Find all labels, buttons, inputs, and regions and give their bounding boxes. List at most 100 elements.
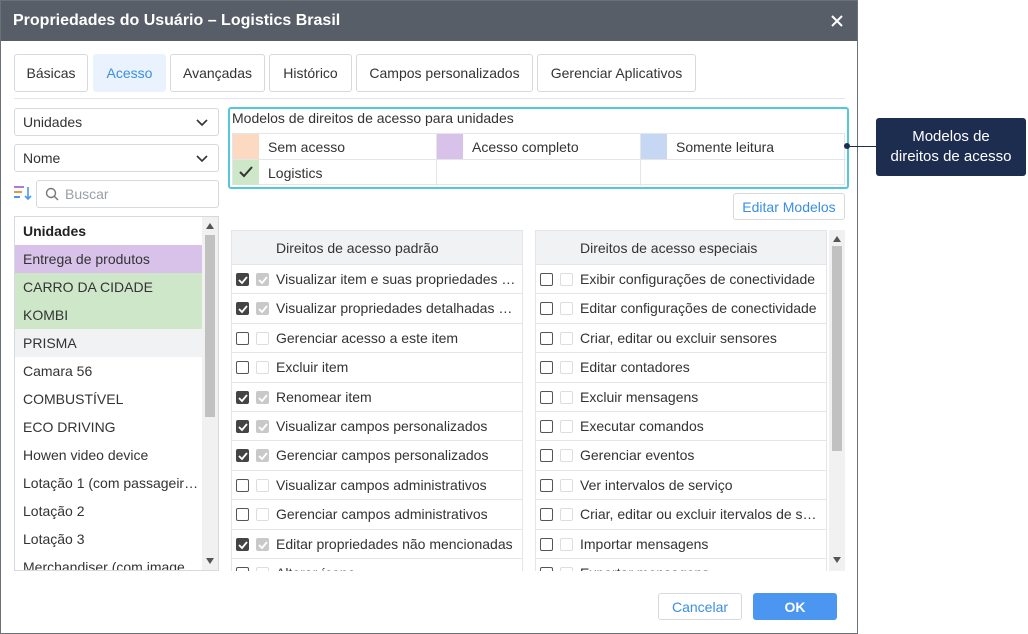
rights-label: Gerenciar campos personalizados: [276, 447, 489, 464]
close-icon[interactable]: [829, 13, 845, 29]
scroll-down-icon[interactable]: [833, 557, 841, 563]
grant-checkbox[interactable]: [236, 390, 249, 404]
rights-row[interactable]: Ver intervalos de serviço: [535, 470, 827, 501]
callout-line-2: direitos de acesso: [890, 148, 1012, 165]
template-somente-leitura[interactable]: Somente leitura: [641, 134, 846, 160]
sort-select[interactable]: Nome: [14, 144, 219, 172]
scrollbar-thumb[interactable]: [832, 246, 842, 451]
unit-list-scrollbar[interactable]: [202, 217, 218, 570]
grant-checkbox[interactable]: [236, 361, 249, 375]
rights-row[interactable]: Exibir configurações de conectividade: [535, 265, 827, 295]
scroll-down-icon[interactable]: [206, 558, 214, 564]
list-item[interactable]: Lotação 1 (com passageiros): [15, 469, 202, 497]
rights-row[interactable]: Visualizar campos personalizados: [231, 412, 523, 442]
rights-row[interactable]: Gerenciar eventos: [535, 441, 827, 471]
item-type-select[interactable]: Unidades: [14, 108, 219, 136]
rights-row[interactable]: Visualizar item e suas propriedades bási…: [231, 265, 523, 295]
tab-basicas[interactable]: Básicas: [14, 54, 88, 92]
grant-checkbox[interactable]: [236, 420, 249, 433]
rights-row[interactable]: Alterar ícone: [231, 559, 523, 571]
grant-checkbox[interactable]: [540, 420, 553, 433]
rights-row[interactable]: Visualizar propriedades detalhadas do it…: [231, 294, 523, 324]
rights-row[interactable]: Visualizar campos administrativos: [231, 470, 523, 501]
tab-historico[interactable]: Histórico: [269, 54, 352, 92]
tab-avancadas[interactable]: Avançadas: [170, 54, 265, 92]
grant-checkbox[interactable]: [236, 273, 249, 286]
list-item[interactable]: Lotação 3: [15, 525, 202, 553]
rights-label: Excluir item: [276, 359, 349, 376]
standard-rights-title: Direitos de acesso padrão: [276, 240, 439, 256]
grant-checkbox[interactable]: [540, 302, 553, 316]
grant-checkbox[interactable]: [236, 331, 249, 345]
scrollbar-thumb[interactable]: [205, 235, 215, 417]
grant-checkbox[interactable]: [236, 508, 249, 522]
grant-checkbox[interactable]: [540, 390, 553, 404]
inherited-checkbox: [256, 273, 269, 286]
rights-label: Gerenciar campos administrativos: [276, 506, 488, 523]
grant-checkbox[interactable]: [236, 567, 249, 571]
list-item[interactable]: Camara 56: [15, 357, 202, 385]
rights-label: Excluir mensagens: [580, 388, 699, 405]
rights-label: Visualizar propriedades detalhadas do it…: [276, 300, 518, 317]
search-input[interactable]: [65, 185, 213, 203]
tab-acesso[interactable]: Acesso: [93, 54, 166, 92]
rights-row[interactable]: Excluir mensagens: [535, 382, 827, 412]
grant-checkbox[interactable]: [540, 331, 553, 345]
grant-checkbox[interactable]: [236, 537, 249, 551]
list-item[interactable]: Lotação 2: [15, 497, 202, 525]
cancel-button[interactable]: Cancelar: [658, 593, 742, 620]
template-color-swatch: [437, 134, 463, 159]
rights-scrollbar[interactable]: [829, 230, 845, 571]
list-item[interactable]: KOMBI: [15, 301, 202, 329]
grant-checkbox[interactable]: [540, 567, 553, 571]
grant-checkbox[interactable]: [236, 478, 249, 492]
user-properties-dialog: Propriedades do Usuário – Logistics Bras…: [0, 0, 858, 634]
ok-button[interactable]: OK: [753, 593, 837, 620]
rights-row[interactable]: Gerenciar acesso a este item: [231, 323, 523, 354]
rights-row[interactable]: Gerenciar campos personalizados: [231, 441, 523, 471]
grant-checkbox[interactable]: [540, 449, 553, 463]
rights-row[interactable]: Importar mensagens: [535, 529, 827, 559]
rights-row[interactable]: Excluir item: [231, 353, 523, 383]
rights-label: Ver intervalos de serviço: [580, 476, 733, 493]
grant-checkbox[interactable]: [540, 508, 553, 522]
inherited-checkbox: [560, 331, 573, 345]
list-item[interactable]: ECO DRIVING: [15, 413, 202, 441]
callout-pointer-line: [847, 146, 877, 147]
rights-row[interactable]: Editar propriedades não mencionadas: [231, 529, 523, 559]
rights-row[interactable]: Gerenciar campos administrativos: [231, 500, 523, 530]
list-item[interactable]: COMBUSTÍVEL: [15, 385, 202, 413]
rights-row[interactable]: Exportar mensagens: [535, 559, 827, 571]
scroll-up-icon[interactable]: [206, 223, 214, 229]
rights-row[interactable]: Renomear item: [231, 382, 523, 412]
edit-templates-button[interactable]: Editar Modelos: [733, 193, 845, 220]
list-item[interactable]: Entrega de produtos: [15, 245, 202, 273]
template-acesso-completo[interactable]: Acesso completo: [437, 134, 641, 160]
grant-checkbox[interactable]: [236, 449, 249, 463]
template-logistics[interactable]: Logistics: [233, 160, 437, 186]
rights-row[interactable]: Editar configurações de conectividade: [535, 294, 827, 324]
list-item[interactable]: PRISMA: [15, 329, 202, 357]
rights-label: Criar, editar ou excluir itervalos de se…: [580, 506, 822, 523]
item-type-value: Unidades: [23, 114, 83, 130]
rights-row[interactable]: Executar comandos: [535, 412, 827, 442]
grant-checkbox[interactable]: [540, 478, 553, 492]
tab-campos-personalizados[interactable]: Campos personalizados: [356, 54, 533, 92]
rights-row[interactable]: Editar contadores: [535, 353, 827, 383]
rights-row[interactable]: Criar, editar ou excluir itervalos de se…: [535, 500, 827, 530]
list-item[interactable]: Howen video device: [15, 441, 202, 469]
grant-checkbox[interactable]: [236, 302, 249, 316]
scroll-up-icon[interactable]: [833, 236, 841, 242]
grant-checkbox[interactable]: [540, 273, 553, 286]
grant-checkbox[interactable]: [540, 361, 553, 375]
rights-label: Criar, editar ou excluir sensores: [580, 329, 777, 346]
tab-gerenciar-aplicativos[interactable]: Gerenciar Aplicativos: [537, 54, 696, 92]
sort-colors-icon[interactable]: [14, 184, 32, 202]
template-sem-acesso[interactable]: Sem acesso: [233, 134, 437, 160]
list-item[interactable]: Merchandiser (com imagens): [15, 553, 202, 570]
grant-checkbox[interactable]: [540, 537, 553, 551]
rights-label: Gerenciar eventos: [580, 447, 695, 464]
list-item[interactable]: CARRO DA CIDADE: [15, 273, 202, 301]
rights-row[interactable]: Criar, editar ou excluir sensores: [535, 323, 827, 354]
inherited-checkbox: [256, 361, 269, 375]
